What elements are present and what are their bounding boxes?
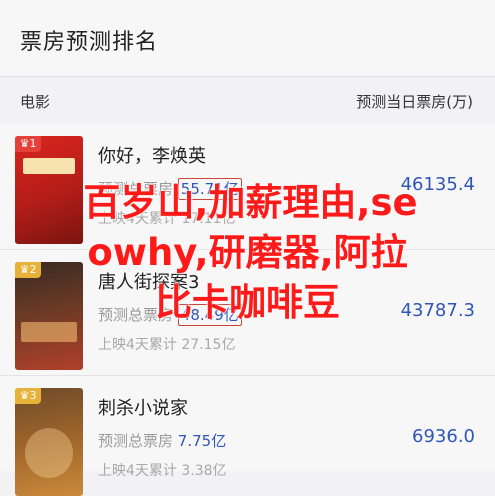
predicted-total-line: 预测总票房 55.71亿 xyxy=(98,178,242,200)
cumulative-value: 17.11亿 xyxy=(181,211,236,227)
rank-badge-2: ♛2 xyxy=(15,262,41,278)
movie-poster-2[interactable]: ♛2 xyxy=(15,262,83,370)
cumulative-label: 上映4天累计 xyxy=(98,211,177,227)
crown-icon: ♛ xyxy=(19,137,30,150)
predicted-total-line: 预测总票房 48.49亿 xyxy=(98,304,242,326)
crown-icon: ♛ xyxy=(19,263,30,276)
today-box-office-value: 46135.4 xyxy=(400,174,475,195)
column-header-movie: 电影 xyxy=(20,93,51,111)
predicted-total-value: 48.49亿 xyxy=(177,304,242,326)
movie-row-2[interactable]: ♛2 唐人街探案3 预测总票房 48.49亿 上映4天累计 27.15亿 437… xyxy=(0,250,495,376)
movie-title[interactable]: 刺杀小说家 xyxy=(98,394,188,420)
today-box-office-value: 43787.3 xyxy=(400,300,475,321)
movie-poster-3[interactable]: ♛3 xyxy=(15,388,83,496)
rank-badge-3: ♛3 xyxy=(15,388,41,404)
predicted-total-label: 预测总票房 xyxy=(98,432,174,450)
movie-row-3[interactable]: ♛3 刺杀小说家 预测总票房 7.75亿 上映4天累计 3.38亿 6936.0 xyxy=(0,376,495,496)
cumulative-label: 上映4天累计 xyxy=(98,463,177,479)
poster-title-plate xyxy=(23,158,75,174)
cumulative-line: 上映4天累计 17.11亿 xyxy=(98,208,235,228)
predicted-total-value: 7.75亿 xyxy=(177,432,227,450)
predicted-total-value: 55.71亿 xyxy=(177,178,242,200)
movie-row-1[interactable]: ♛1 你好，李焕英 预测总票房 55.71亿 上映4天累计 17.11亿 461… xyxy=(0,124,495,250)
movie-title[interactable]: 唐人街探案3 xyxy=(98,268,199,294)
cumulative-value: 27.15亿 xyxy=(181,337,236,353)
predicted-total-label: 预测总票房 xyxy=(98,306,174,324)
app-header: 票房预测排名 xyxy=(0,0,495,77)
rank-badge-1: ♛1 xyxy=(15,136,41,152)
cumulative-value: 3.38亿 xyxy=(181,463,227,479)
movie-title[interactable]: 你好，李焕英 xyxy=(98,142,206,168)
cumulative-label: 上映4天累计 xyxy=(98,337,177,353)
predicted-total-label: 预测总票房 xyxy=(98,180,174,198)
movie-poster-1[interactable]: ♛1 xyxy=(15,136,83,244)
cumulative-line: 上映4天累计 3.38亿 xyxy=(98,460,227,480)
page-title: 票房预测排名 xyxy=(20,30,159,55)
column-header-bar: 电影 预测当日票房(万) xyxy=(0,77,495,123)
cumulative-line: 上映4天累计 27.15亿 xyxy=(98,334,235,354)
poster-title-plate xyxy=(21,322,77,342)
crown-icon: ♛ xyxy=(19,389,30,402)
today-box-office-value: 6936.0 xyxy=(412,426,475,447)
column-header-today-box-office[interactable]: 预测当日票房(万) xyxy=(356,91,473,112)
predicted-total-line: 预测总票房 7.75亿 xyxy=(98,430,226,451)
